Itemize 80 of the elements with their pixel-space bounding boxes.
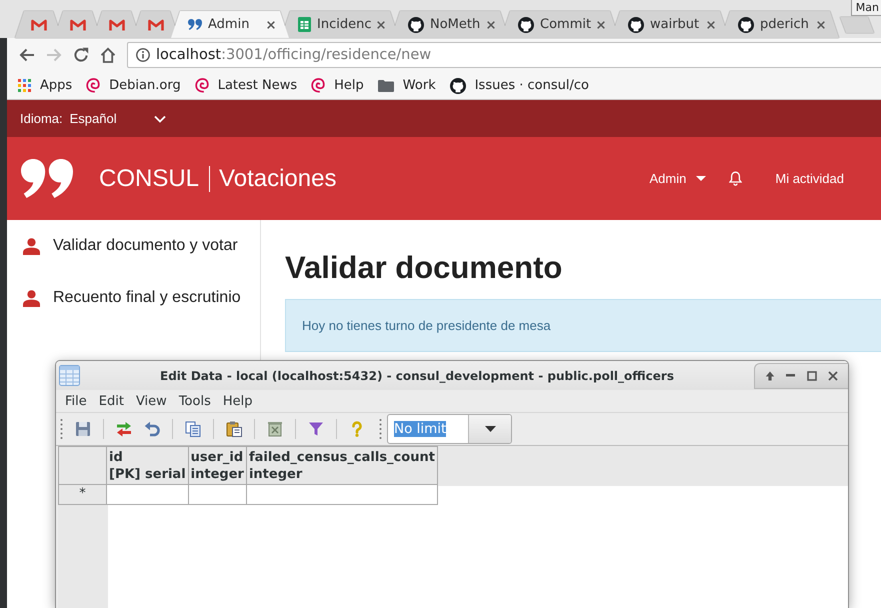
close-icon[interactable] <box>817 20 825 28</box>
caret-down-icon <box>696 176 706 181</box>
maximize-icon[interactable] <box>806 370 817 380</box>
folder-icon <box>378 79 394 92</box>
menu-item[interactable]: Edit <box>98 394 124 408</box>
undo-icon[interactable] <box>144 421 160 437</box>
row-marker[interactable]: * <box>58 484 106 504</box>
minimize-icon[interactable] <box>786 374 796 377</box>
cat-silhouette-icon <box>518 16 534 32</box>
caret-down-icon <box>484 426 496 432</box>
mail-icon <box>70 18 86 30</box>
site-name[interactable]: CONSUL <box>99 164 200 192</box>
up-arrow-icon[interactable] <box>764 370 775 380</box>
bookmark[interactable]: Help <box>311 78 364 93</box>
back-icon[interactable] <box>19 48 35 62</box>
activity-link[interactable]: Mi actividad <box>775 171 844 186</box>
close-icon[interactable] <box>487 20 495 28</box>
bookmark[interactable]: Work <box>378 78 436 93</box>
close-icon[interactable] <box>707 20 715 28</box>
corner-header-cell <box>58 446 106 484</box>
swirl-icon <box>194 78 209 93</box>
menu-item[interactable]: File <box>65 394 87 408</box>
chevron-down-icon <box>154 114 166 122</box>
grip-icon[interactable] <box>60 418 63 440</box>
column-header[interactable]: failed_census_calls_count integer <box>246 446 438 484</box>
browser-tab[interactable]: Admin <box>171 11 289 38</box>
table-cell[interactable] <box>106 484 188 504</box>
swirl-icon <box>86 78 100 93</box>
bell-icon[interactable] <box>729 171 742 186</box>
table-cell[interactable] <box>246 484 438 504</box>
close-icon[interactable] <box>828 370 838 380</box>
reload-icon[interactable] <box>73 47 89 63</box>
quote-marks-icon <box>188 19 202 30</box>
close-icon[interactable] <box>597 20 605 28</box>
person-icon <box>23 290 40 306</box>
admin-menu[interactable]: Admin <box>650 171 706 186</box>
section-name: Votaciones <box>209 166 336 192</box>
close-icon[interactable] <box>377 20 385 28</box>
window-title: Edit Data - local (localhost:5432) - consul_development - public.poll_officers <box>160 368 674 382</box>
sidebar-item[interactable]: Validar documento y votar <box>7 220 260 272</box>
bookmark[interactable]: Latest News <box>194 78 298 93</box>
language-label: Idioma: <box>20 111 63 126</box>
page-title: Validar documento <box>285 249 564 286</box>
menu-item[interactable]: Help <box>222 394 252 408</box>
info-callout: Hoy no tienes turno de presidente de mesa <box>285 299 881 352</box>
bookmark[interactable]: Apps <box>18 78 72 93</box>
trash-icon[interactable] <box>267 421 283 437</box>
info-icon[interactable] <box>136 48 150 62</box>
grip-icon[interactable] <box>379 418 382 440</box>
close-icon[interactable] <box>267 20 275 28</box>
sidebar-item[interactable]: Recuento final y escrutinio <box>7 272 260 324</box>
apps-grid-icon <box>18 79 31 92</box>
person-icon <box>23 238 40 254</box>
cat-silhouette-icon <box>738 16 754 32</box>
menu-item[interactable]: View <box>136 394 167 408</box>
language-select[interactable]: Español <box>70 111 166 126</box>
table-cell[interactable] <box>188 484 246 504</box>
cat-silhouette-icon <box>408 16 424 32</box>
mail-icon <box>108 18 124 30</box>
mail-icon <box>148 18 164 30</box>
profile-button[interactable]: Man <box>850 0 881 16</box>
copy-icon[interactable] <box>185 421 201 437</box>
swirl-icon <box>311 78 326 93</box>
home-icon[interactable] <box>100 47 116 63</box>
mail-icon <box>30 18 46 30</box>
swap-arrows-icon[interactable] <box>116 421 132 437</box>
column-header[interactable]: id [PK] serial <box>106 446 188 484</box>
menu-item[interactable]: Tools <box>178 394 211 408</box>
quote-marks-icon[interactable] <box>21 159 73 198</box>
dropdown-button[interactable] <box>468 415 511 443</box>
bookmark[interactable]: Debian.org <box>86 78 181 93</box>
bookmark[interactable]: Issues · consul/co <box>450 78 589 94</box>
table-icon <box>59 365 80 386</box>
cat-silhouette-icon <box>450 78 466 94</box>
cat-silhouette-icon <box>628 16 644 32</box>
filter-icon[interactable] <box>308 421 324 437</box>
column-header[interactable]: user_id integer <box>188 446 246 484</box>
paste-icon[interactable] <box>226 421 242 437</box>
address-field[interactable]: localhost:3001/officing/residence/new <box>127 42 881 68</box>
spreadsheet-icon <box>298 17 311 32</box>
